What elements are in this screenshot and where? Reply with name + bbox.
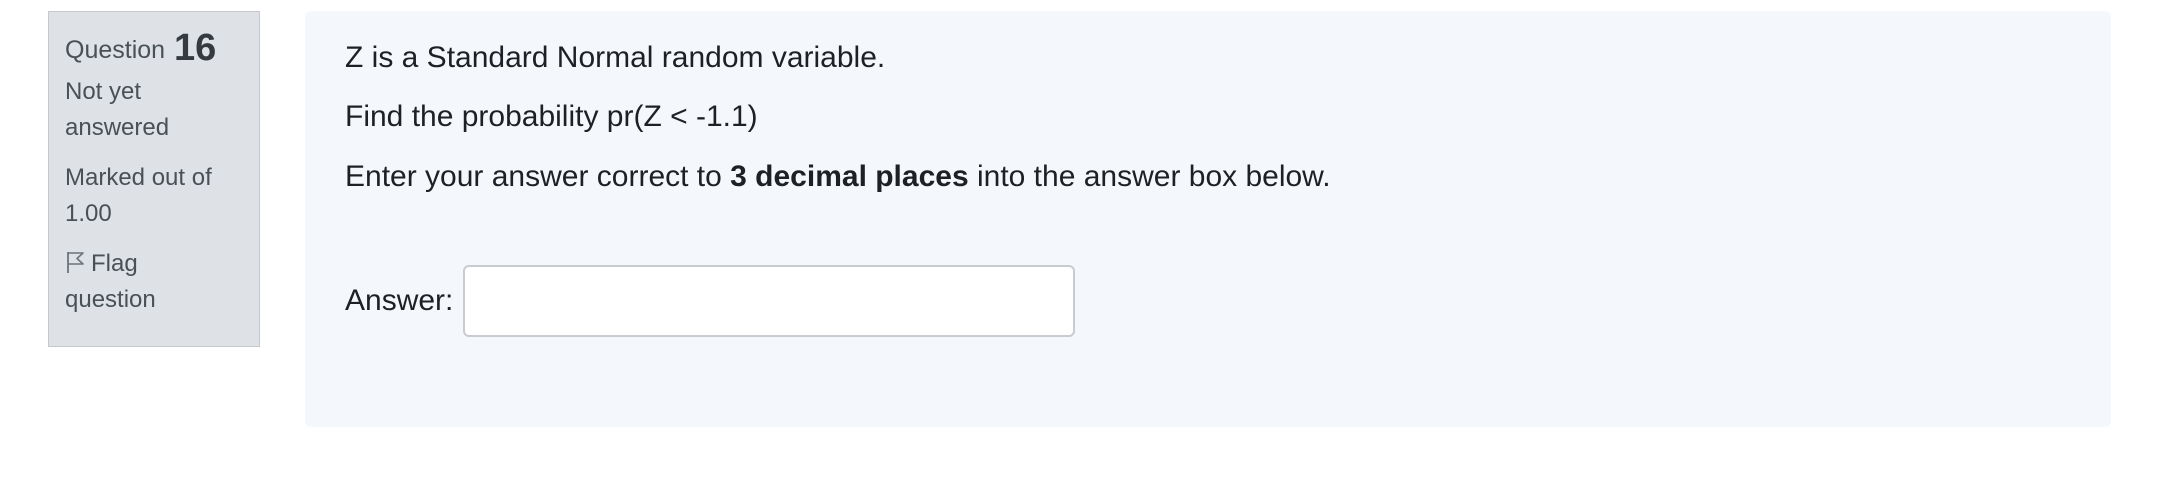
- question-number: Question 16: [65, 26, 243, 72]
- question-grade-line2: 1.00: [65, 200, 112, 227]
- question-number-value: 16: [174, 27, 217, 69]
- flag-label-line1: Flag: [91, 250, 138, 277]
- flag-label-line2: question: [65, 286, 156, 313]
- question-state: Not yet answered: [65, 74, 243, 146]
- instruction-bold-text: 3 decimal places: [730, 160, 969, 193]
- answer-row: Answer:: [345, 265, 1076, 337]
- question-state-line1: Not yet: [65, 78, 142, 105]
- answer-input[interactable]: [463, 265, 1076, 337]
- question-label: Question: [65, 36, 166, 64]
- question-line-3: Enter your answer correct to 3 decimal p…: [345, 160, 1331, 194]
- instruction-text-before: Enter your answer correct to: [345, 160, 731, 193]
- question-content: Z is a Standard Normal random variable. …: [305, 11, 2111, 427]
- question-grade: Marked out of 1.00: [65, 160, 243, 232]
- quiz-page: Question 16 Not yet answered Marked out …: [0, 0, 2160, 481]
- question-grade-line1: Marked out of: [65, 164, 212, 191]
- flag-icon: [65, 249, 85, 273]
- question-state-line2: answered: [65, 114, 170, 141]
- instruction-text-after: into the answer box below.: [968, 160, 1331, 193]
- question-line-2: Find the probability pr(Z < -1.1): [345, 100, 758, 133]
- flag-question-button[interactable]: Flag question: [65, 246, 243, 318]
- answer-label: Answer:: [345, 284, 454, 317]
- question-info-panel: Question 16 Not yet answered Marked out …: [48, 11, 260, 347]
- question-line-1: Z is a Standard Normal random variable.: [345, 41, 886, 74]
